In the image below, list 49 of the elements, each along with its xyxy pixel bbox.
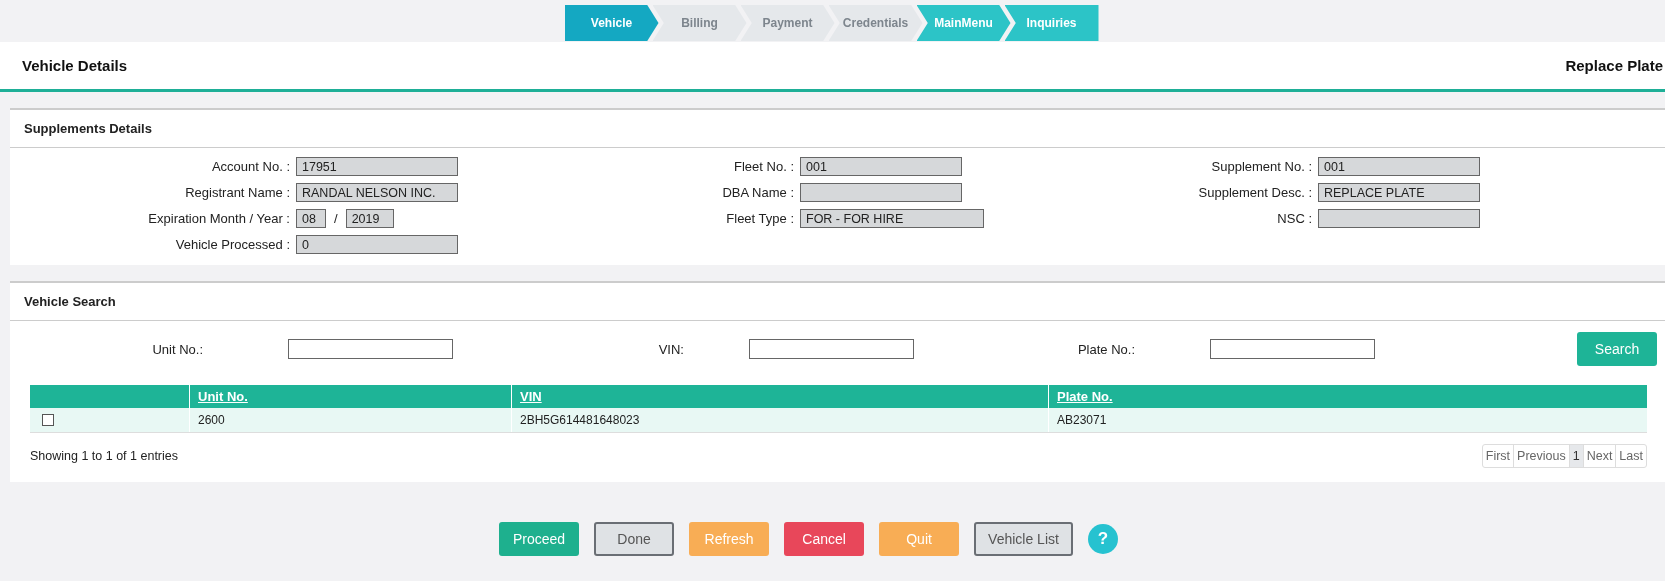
field-label: Supplement Desc. : bbox=[1197, 185, 1312, 200]
panel-title: Vehicle Search bbox=[10, 283, 1665, 321]
field-label: Fleet Type : bbox=[725, 211, 794, 226]
table-cell: 2600 bbox=[189, 408, 512, 433]
table-cell: AB23071 bbox=[1048, 408, 1647, 433]
readonly-field[interactable]: RANDAL NELSON INC. bbox=[296, 183, 458, 202]
readonly-field[interactable]: FOR - FOR HIRE bbox=[800, 209, 984, 228]
input-field[interactable] bbox=[749, 339, 914, 359]
entries-info: Showing 1 to 1 of 1 entries bbox=[30, 449, 178, 463]
page-title: Vehicle Details bbox=[22, 57, 128, 74]
action-button[interactable]: Done bbox=[594, 522, 675, 556]
checkbox[interactable] bbox=[42, 414, 54, 426]
readonly-field[interactable]: 17951 bbox=[296, 157, 458, 176]
table-row[interactable]: 2600 2BH5G614481648023 AB23071 bbox=[30, 408, 1647, 433]
field-label: Registrant Name : bbox=[184, 185, 290, 200]
readonly-field[interactable]: 001 bbox=[1318, 157, 1480, 176]
action-title: Replace Plate bbox=[1565, 57, 1663, 74]
table-cell: 2BH5G614481648023 bbox=[511, 408, 1049, 433]
field-label: VIN: bbox=[657, 341, 685, 357]
readonly-field[interactable] bbox=[800, 183, 962, 202]
field-label: Vehicle Processed : bbox=[174, 237, 290, 252]
pagination-link[interactable]: 1 bbox=[1568, 445, 1583, 467]
readonly-field[interactable] bbox=[1318, 209, 1480, 228]
wizard-step[interactable]: Payment bbox=[740, 5, 835, 41]
readonly-field[interactable]: REPLACE PLATE bbox=[1318, 183, 1480, 202]
pagination-link[interactable]: Next bbox=[1582, 445, 1616, 467]
separator-text: / bbox=[334, 211, 338, 226]
readonly-field[interactable]: 08 bbox=[296, 209, 326, 228]
pagination-link[interactable]: Last bbox=[1615, 445, 1646, 467]
action-button[interactable]: Vehicle List bbox=[974, 522, 1073, 556]
field-label: Fleet No. : bbox=[733, 159, 794, 174]
action-button[interactable]: Cancel bbox=[784, 522, 865, 556]
readonly-field[interactable]: 2019 bbox=[345, 209, 394, 228]
panel-title: Supplements Details bbox=[10, 110, 1665, 148]
input-field[interactable] bbox=[1210, 339, 1375, 359]
field-label: Expiration Month / Year : bbox=[147, 211, 290, 226]
field-label: Plate No.: bbox=[1076, 341, 1136, 357]
readonly-field[interactable]: 001 bbox=[800, 157, 962, 176]
field-label: DBA Name : bbox=[721, 185, 794, 200]
field-label: Unit No.: bbox=[151, 341, 204, 357]
readonly-field[interactable]: 0 bbox=[296, 235, 458, 254]
field-label: Account No. : bbox=[210, 159, 290, 174]
wizard-step[interactable]: Credentials bbox=[828, 5, 923, 41]
field-label: Supplement No. : bbox=[1210, 159, 1312, 174]
pagination-link[interactable]: Previous bbox=[1513, 445, 1569, 467]
field-label: NSC : bbox=[1276, 211, 1312, 226]
pagination-link[interactable]: First bbox=[1482, 445, 1514, 467]
wizard-step[interactable]: Billing bbox=[652, 5, 747, 41]
input-field[interactable] bbox=[288, 339, 453, 359]
